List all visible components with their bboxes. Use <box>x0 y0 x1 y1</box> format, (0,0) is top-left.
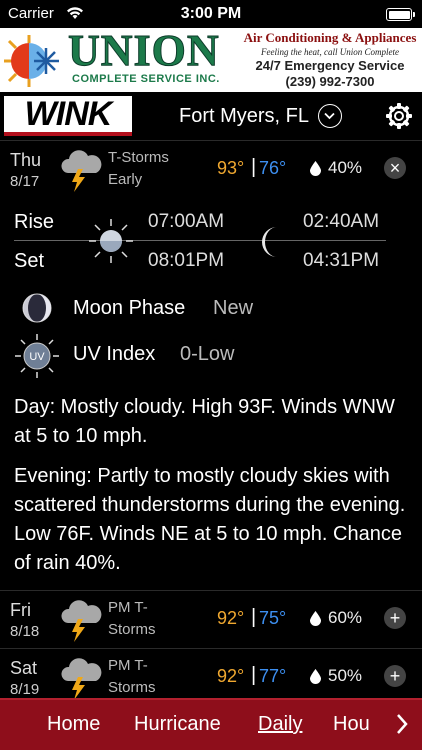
raindrop-icon <box>310 161 321 176</box>
high-temp: 92° <box>217 608 245 628</box>
high-temp: 92° <box>217 666 245 686</box>
forecast-row-fri[interactable]: Fri 8/18 PM T- Storms 92° | 75° 60% + <box>0 590 422 648</box>
collapse-button[interactable]: × <box>384 157 406 179</box>
temp-separator: | <box>251 664 257 686</box>
nav-hourly[interactable]: Hou <box>333 713 370 736</box>
raindrop-icon <box>310 611 321 626</box>
ad-phone: (239) 992-7300 <box>285 74 375 89</box>
condition-text: T-Storms Early <box>108 147 198 191</box>
logo-text: WINK <box>24 95 113 133</box>
day-of-week: Fri <box>10 600 31 620</box>
raindrop-icon <box>310 669 321 684</box>
precip-chance: 50% <box>328 666 363 685</box>
crescent-moon-icon <box>262 227 277 257</box>
condition-line-1: PM T- <box>108 599 148 616</box>
sunset-time: 08:01PM <box>148 250 225 271</box>
uv-icon-text: UV <box>29 351 45 363</box>
condition-line-2: Storms <box>108 621 156 638</box>
station-logo: WINK <box>4 96 132 136</box>
uv-index-value: 0-Low <box>180 343 235 365</box>
condition-text: PM T- Storms <box>108 655 198 699</box>
thunderstorm-icon <box>61 600 102 642</box>
high-temp: 93° <box>217 158 245 178</box>
chevron-right-icon[interactable] <box>395 712 409 736</box>
moon-phase-label: Moon Phase <box>73 297 186 319</box>
sun-horizon-icon <box>89 219 133 263</box>
sun-divider <box>14 240 386 241</box>
ad-brand: UNION <box>68 28 220 75</box>
app-header: WINK Fort Myers, FL <box>0 92 422 140</box>
battery-icon <box>386 8 415 21</box>
forecast-date: 8/19 <box>10 681 40 698</box>
condition-line-2: Storms <box>108 679 156 696</box>
forecast-date: 8/17 <box>10 173 40 190</box>
location-label[interactable]: Fort Myers, FL <box>179 105 309 128</box>
day-of-week: Sat <box>10 658 38 678</box>
evening-forecast-text: Evening: Partly to mostly cloudy skies w… <box>14 465 406 574</box>
thunderstorm-icon <box>61 150 102 192</box>
day-of-week: Thu <box>10 150 42 170</box>
low-temp: 77° <box>259 666 287 686</box>
low-temp: 76° <box>259 158 287 178</box>
condition-text: PM T- Storms <box>108 597 198 641</box>
set-label: Set <box>14 250 45 272</box>
ad-line-3: 24/7 Emergency Service <box>255 58 405 73</box>
chevron-down-icon <box>324 112 335 120</box>
expand-button[interactable]: + <box>384 665 406 687</box>
ad-text-block: Air Conditioning & Appliances Feeling th… <box>240 30 420 89</box>
forecast-row-thu[interactable]: Thu 8/17 T-Storms Early 93° | 76° 40% × <box>0 140 422 198</box>
moonset-time: 04:31PM <box>303 250 380 271</box>
status-time: 3:00 PM <box>180 5 242 22</box>
ad-banner[interactable]: UNION COMPLETE SERVICE INC. Air Conditio… <box>0 28 422 92</box>
temp-separator: | <box>251 606 257 628</box>
nav-hurricane[interactable]: Hurricane <box>134 713 221 736</box>
precip-chance: 40% <box>328 158 363 177</box>
rise-label: Rise <box>14 211 55 233</box>
sun-snowflake-logo-icon <box>4 35 59 87</box>
condition-line-1: PM T- <box>108 657 148 674</box>
precip-chance: 60% <box>328 608 363 627</box>
thunderstorm-icon <box>61 658 102 700</box>
temp-separator: | <box>251 156 257 178</box>
low-temp: 75° <box>259 608 287 628</box>
moon-phase-value: New <box>213 297 254 319</box>
ad-brand-sub: COMPLETE SERVICE INC. <box>72 73 220 85</box>
status-bar: Carrier 3:00 PM <box>0 0 422 28</box>
condition-line-2: Early <box>108 171 143 188</box>
ad-line-1: Air Conditioning & Appliances <box>243 30 417 45</box>
settings-gear-icon[interactable] <box>385 102 413 130</box>
ad-line-2: Feeling the heat, call Union Complete <box>261 47 399 57</box>
uv-index-label: UV Index <box>73 343 156 365</box>
day-forecast-text: Day: Mostly cloudy. High 93F. Winds WNW … <box>14 396 395 447</box>
bottom-nav: Home Hurricane Daily Hou <box>0 698 422 750</box>
nav-home[interactable]: Home <box>47 713 100 736</box>
forecast-date: 8/18 <box>10 623 40 640</box>
condition-line-1: T-Storms <box>108 149 169 166</box>
sunrise-time: 07:00AM <box>148 211 225 232</box>
moonrise-time: 02:40AM <box>303 211 380 232</box>
moon-phase-icon <box>22 293 52 323</box>
location-dropdown-button[interactable] <box>318 104 342 128</box>
expand-button[interactable]: + <box>384 607 406 629</box>
nav-daily[interactable]: Daily <box>258 713 302 736</box>
uv-index-icon: UV <box>15 334 59 378</box>
